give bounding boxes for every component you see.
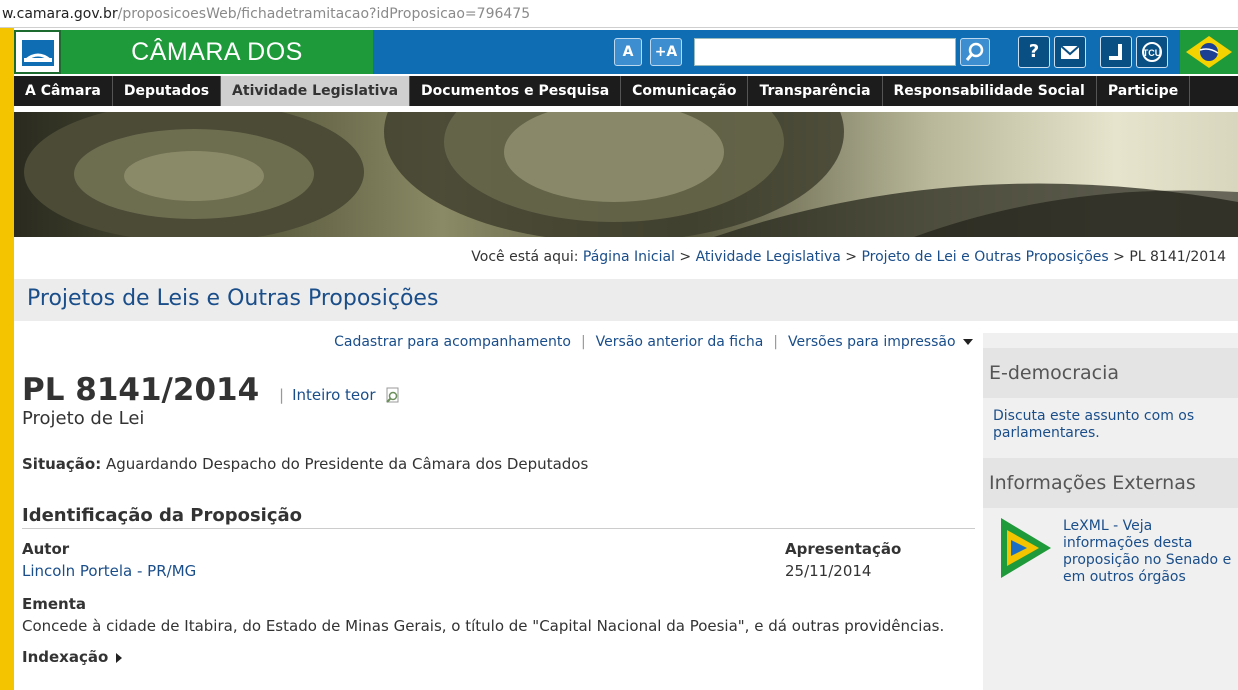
- font-increase-button[interactable]: +A: [650, 38, 682, 66]
- edemocracia-link[interactable]: Discuta este assunto com os parlamentare…: [993, 408, 1213, 442]
- author-label: Autor: [22, 540, 70, 558]
- author-link[interactable]: Lincoln Portela - PR/MG: [22, 562, 196, 580]
- previous-version-link[interactable]: Versão anterior da ficha: [596, 334, 764, 350]
- nav-item-responsabilidade-social[interactable]: Responsabilidade Social: [883, 76, 1097, 106]
- tcu-icon: TCU: [1142, 42, 1162, 62]
- caret-right-icon: [115, 652, 122, 663]
- search-button[interactable]: [960, 38, 990, 66]
- main-nav: A Câmara Deputados Atividade Legislativa…: [14, 76, 1238, 106]
- accessibility-button[interactable]: [1100, 36, 1132, 68]
- address-bar[interactable]: w.camara.gov.br/proposicoesWeb/fichadetr…: [0, 0, 1238, 28]
- plenary-banner-image: [14, 112, 1238, 237]
- accessibility-icon: [1109, 44, 1122, 60]
- breadcrumb-item-proposicoes[interactable]: Projeto de Lei e Outras Proposições: [861, 249, 1108, 265]
- help-button[interactable]: ?: [1018, 36, 1050, 68]
- mail-icon: [1060, 45, 1080, 59]
- camara-logo[interactable]: [14, 30, 61, 74]
- nav-item-comunicacao[interactable]: Comunicação: [621, 76, 749, 106]
- ementa-text: Concede à cidade de Itabira, do Estado d…: [22, 617, 945, 635]
- search-input[interactable]: [694, 38, 956, 66]
- breadcrumb-prefix: Você está aqui:: [471, 249, 579, 265]
- tcu-button[interactable]: TCU: [1136, 36, 1168, 68]
- sidebar: E-democracia Discuta este assunto com os…: [983, 333, 1238, 690]
- identification-heading: Identificação da Proposição: [22, 505, 975, 529]
- status-value: Aguardando Despacho do Presidente da Câm…: [106, 455, 589, 473]
- proposition-number: PL 8141/2014: [22, 372, 260, 408]
- contact-button[interactable]: [1054, 36, 1086, 68]
- page-title-bar: Projetos de Leis e Outras Proposições: [14, 279, 1238, 321]
- breadcrumb-item-current: PL 8141/2014: [1129, 249, 1226, 265]
- plenary-illustration: [24, 112, 1238, 237]
- camara-logo-icon: [22, 40, 54, 66]
- nav-item-participe[interactable]: Participe: [1097, 76, 1191, 106]
- presentation-date: 25/11/2014: [785, 562, 872, 580]
- nav-item-transparencia[interactable]: Transparência: [748, 76, 883, 106]
- left-accent-stripe: [0, 28, 14, 690]
- register-follow-link[interactable]: Cadastrar para acompanhamento: [334, 334, 571, 350]
- breadcrumb: Você está aqui: Página Inicial > Ativida…: [471, 249, 1226, 265]
- breadcrumb-item-home[interactable]: Página Inicial: [583, 249, 675, 265]
- nav-item-atividade-legislativa[interactable]: Atividade Legislativa: [221, 76, 411, 106]
- font-decrease-button[interactable]: A: [614, 38, 642, 66]
- lexml-icon: [1001, 518, 1051, 578]
- external-info-heading: Informações Externas: [983, 458, 1238, 508]
- presentation-label: Apresentação: [785, 540, 902, 558]
- indexacao-toggle[interactable]: Indexação: [22, 648, 124, 666]
- proposition-status: Situação: Aguardando Despacho do Preside…: [22, 455, 588, 473]
- brazil-flag-icon: [1186, 36, 1232, 68]
- document-magnify-icon: [386, 387, 399, 403]
- site-header: CÂMARA DOS DEPUTADOS A +A ? TCU: [14, 30, 1238, 110]
- lexml-link[interactable]: LeXML - Veja informações desta proposiçã…: [1063, 518, 1233, 586]
- full-text-label: Inteiro teor: [292, 386, 376, 404]
- print-versions-link[interactable]: Versões para impressão: [788, 334, 956, 350]
- nav-item-a-camara[interactable]: A Câmara: [14, 76, 113, 106]
- nav-item-documentos-pesquisa[interactable]: Documentos e Pesquisa: [410, 76, 622, 106]
- caret-down-icon: [963, 339, 973, 345]
- status-label: Situação:: [22, 455, 102, 473]
- site-brand[interactable]: CÂMARA DOS DEPUTADOS: [61, 30, 373, 110]
- indexacao-label: Indexação: [22, 648, 109, 666]
- page-title: Projetos de Leis e Outras Proposições: [27, 286, 439, 311]
- proposition-type: Projeto de Lei: [22, 408, 145, 429]
- lexml-logo[interactable]: [1001, 518, 1051, 582]
- ementa-label: Ementa: [22, 595, 87, 613]
- search-icon: [965, 42, 984, 61]
- url-host: w.camara.gov.br: [2, 6, 118, 22]
- question-icon: ?: [1028, 41, 1040, 62]
- edemocracia-heading: E-democracia: [983, 348, 1238, 398]
- svg-text:TCU: TCU: [1143, 48, 1162, 58]
- nav-item-deputados[interactable]: Deputados: [113, 76, 222, 106]
- url-path: /proposicoesWeb/fichadetramitacao?idProp…: [117, 6, 531, 22]
- breadcrumb-item-atividade[interactable]: Atividade Legislativa: [696, 249, 841, 265]
- action-links: Cadastrar para acompanhamento | Versão ant…: [334, 334, 974, 350]
- full-text-link[interactable]: | Inteiro teor: [279, 386, 402, 405]
- brazil-flag-link[interactable]: [1180, 30, 1238, 74]
